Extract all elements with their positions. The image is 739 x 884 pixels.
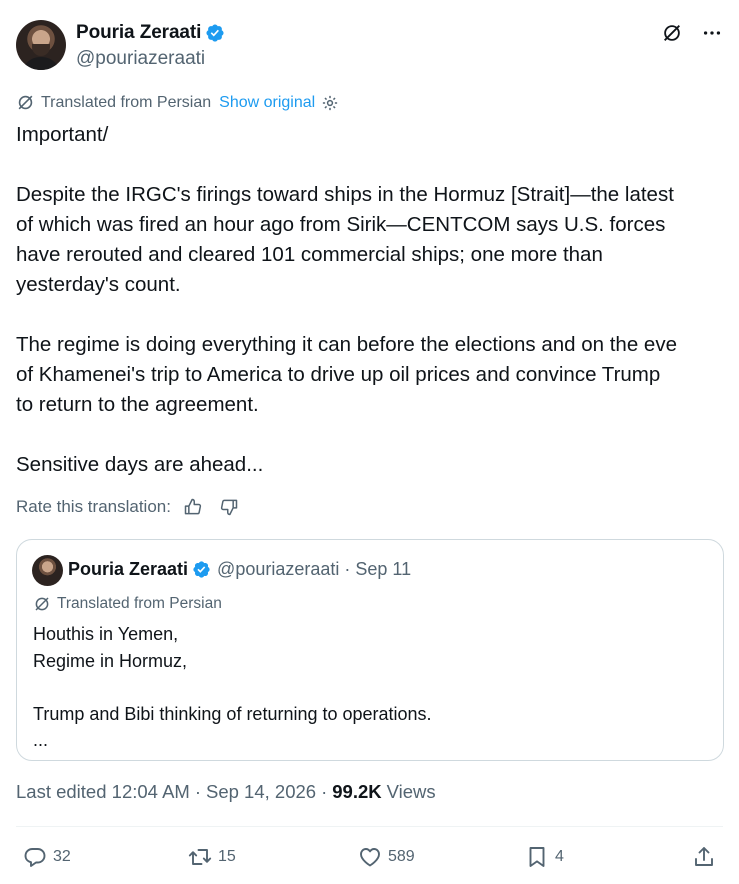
tweet-paragraph: Despite the IRGC's firings toward ships … [16,183,674,296]
tweet-meta: Last edited 12:04 AM · Sep 14, 2026 · 99… [16,781,436,803]
top-actions [661,22,723,44]
gear-icon[interactable] [321,94,339,112]
translate-icon [33,595,51,613]
quoted-line: Houthis in Yemen, [33,624,179,644]
quoted-translation-label: Translated from Persian [33,595,222,613]
rate-translation: Rate this translation: [16,497,239,517]
like-count: 589 [388,848,415,865]
translated-label: Translated from Persian [41,93,212,111]
tweet-paragraph: Important/ [16,123,109,146]
repost-button[interactable]: 15 [188,845,236,869]
quoted-line [33,674,693,701]
more-icon[interactable] [701,22,723,44]
rate-translation-label: Rate this translation: [16,497,171,516]
views-label: Views [386,781,436,802]
quoted-text: Houthis in Yemen, Regime in Hormuz, Trum… [33,621,693,754]
author-name[interactable]: Pouria Zeraati [76,22,201,44]
quoted-translated-text: Translated from Persian [57,595,222,612]
repost-count: 15 [218,848,236,865]
share-button[interactable] [692,845,722,869]
reply-button[interactable]: 32 [23,845,71,869]
like-button[interactable]: 589 [358,845,415,869]
reply-icon [23,845,47,869]
bookmark-count: 4 [555,848,564,865]
tweet: Pouria Zeraati @pouriazeraati Translated… [0,0,739,884]
quoted-author-name: Pouria Zeraati [68,559,189,579]
separator-dot: · [321,781,328,802]
quoted-line: Trump and Bibi thinking of returning to … [33,703,432,724]
thumbs-up-icon[interactable] [183,497,203,517]
quoted-line: Regime in Hormuz, [33,650,188,671]
tweet-date[interactable]: Sep 14, 2026 [206,781,316,803]
quoted-date: Sep 11 [355,559,412,579]
translate-off-icon[interactable] [661,22,683,44]
quoted-line: ... [33,730,49,750]
edited-time[interactable]: Last edited 12:04 AM [16,781,190,803]
show-original-link[interactable]: Show original [219,94,315,112]
avatar[interactable] [16,20,66,70]
divider [16,826,723,827]
separator-dot: · [194,781,201,802]
tweet-paragraph: The regime is doing everything it can be… [16,333,677,416]
author-name-row: Pouria Zeraati [76,22,225,44]
quoted-header: Pouria Zeraati @pouriazeraati · Sep 11 [68,559,411,580]
heart-icon [358,845,382,869]
tweet-text: Important/ Despite the IRGC's firings to… [16,120,726,480]
share-icon [692,845,716,869]
quoted-avatar [32,555,63,586]
views-count: 99.2K [332,781,382,802]
quoted-tweet[interactable]: Pouria Zeraati @pouriazeraati · Sep 11 T… [16,539,724,761]
author-handle[interactable]: @pouriazeraati [76,48,205,70]
repost-icon [188,845,212,869]
translate-icon [16,93,35,112]
translation-bar: Translated from Persian Show original [16,93,339,112]
verified-badge-icon [205,23,225,43]
separator-dot: · [344,559,351,579]
bookmark-icon [525,845,549,869]
reply-count: 32 [53,848,71,865]
thumbs-down-icon[interactable] [219,497,239,517]
tweet-paragraph: Sensitive days are ahead... [16,453,264,476]
verified-badge-icon [192,560,211,579]
bookmark-button[interactable]: 4 [525,845,564,869]
quoted-author-handle: @pouriazeraati [217,559,340,579]
